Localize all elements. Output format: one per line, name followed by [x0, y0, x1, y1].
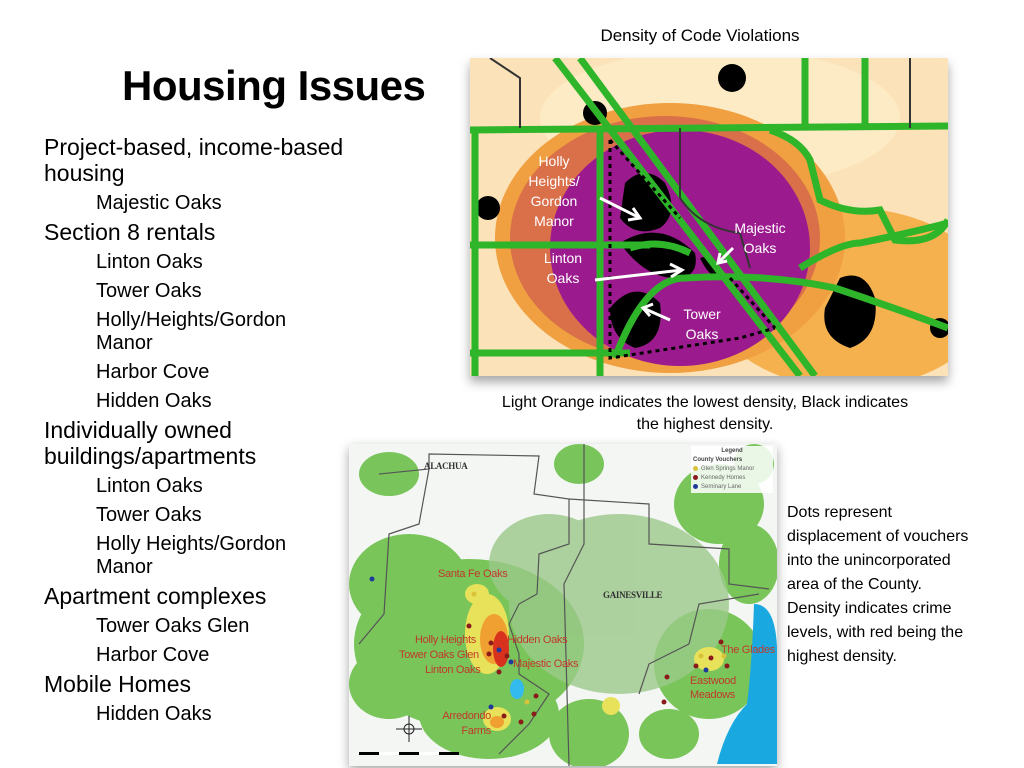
place-label-gainesville: GAINESVILLE: [603, 590, 663, 600]
label-linton-oaks: Linton Oaks: [543, 250, 583, 286]
code-violations-map: Holly Heights/ Gordon Manor Majestic Oak…: [470, 58, 948, 376]
legend-dot-icon: [693, 483, 698, 489]
code-violations-caption: Density of Code Violations: [600, 26, 800, 45]
outline-item: Hidden Oaks: [96, 703, 212, 725]
site-label-holly-heights: Holly Heights: [415, 634, 476, 646]
outline-heading: Individually owned buildings/apartments: [44, 417, 257, 469]
place-label-alachua: ALACHUA: [424, 461, 468, 471]
legend-dot-icon: [693, 465, 698, 471]
legend-entry-label: Kennedy Homes: [701, 475, 746, 481]
slide-title: Housing Issues: [122, 62, 426, 109]
site-label-the-glades: The Glades: [721, 644, 775, 656]
outline-item: Tower Oaks Glen: [96, 615, 250, 637]
label-majestic-oaks: Majestic Oaks: [734, 220, 786, 256]
density-legend-note: Light Orange indicates the lowest densit…: [501, 394, 909, 433]
legend-title: Legend: [721, 448, 743, 454]
scale-bar: [359, 752, 459, 755]
outline-item: Linton Oaks: [96, 475, 203, 497]
outline-list: Project-based, income-based housing Maje…: [44, 130, 374, 726]
site-label-santa-fe-oaks: Santa Fe Oaks: [438, 568, 508, 580]
label-tower-oaks: Tower Oaks: [683, 306, 721, 342]
site-label-hidden-oaks: Hidden Oaks: [507, 634, 568, 646]
outline-item: Harbor Cove: [96, 644, 210, 666]
outline-item: Harbor Cove: [96, 361, 210, 383]
outline-heading: Section 8 rentals: [44, 219, 216, 245]
vouchers-crime-map: ALACHUA GAINESVILLE Santa Fe Oaks Holly …: [349, 444, 777, 766]
label-holly-heights: Holly Heights/ Gordon Manor: [528, 153, 580, 229]
outline-heading: Mobile Homes: [44, 671, 191, 697]
map-legend: Legend County Vouchers Glen Springs Mano…: [691, 446, 773, 493]
site-label-arredondo-farms: Arredondo Farms: [442, 710, 491, 737]
outline-item: Holly Heights/Gordon Manor: [96, 533, 287, 578]
legend-entry-label: Seminary Lane: [701, 484, 742, 490]
outline-heading: Apartment complexes: [44, 583, 267, 609]
legend-entry: Kennedy Homes: [693, 474, 771, 483]
site-label-tower-oaks-glen: Tower Oaks Glen: [399, 649, 479, 661]
site-label-linton-oaks: Linton Oaks: [425, 664, 481, 676]
outline-item: Majestic Oaks: [96, 192, 222, 214]
legend-dot-icon: [693, 474, 698, 480]
outline-item: Linton Oaks: [96, 251, 203, 273]
outline-item: Hidden Oaks: [96, 390, 212, 412]
outline-heading: Project-based, income-based housing: [44, 134, 344, 186]
outline-item: Tower Oaks: [96, 504, 202, 526]
site-label-eastwood-meadows: Eastwood Meadows: [690, 675, 736, 701]
outline-item: Holly/Heights/Gordon Manor: [96, 309, 287, 354]
outline-item: Tower Oaks: [96, 280, 202, 302]
site-label-majestic-oaks: Majestic Oaks: [513, 658, 579, 670]
legend-entry-label: Glen Springs Manor: [701, 466, 755, 472]
legend-entry: Seminary Lane: [693, 483, 771, 492]
legend-subtitle: County Vouchers: [693, 457, 743, 463]
legend-entry: Glen Springs Manor: [693, 465, 771, 474]
vouchers-map-description: Dots represent displacement of vouchers …: [787, 504, 969, 665]
